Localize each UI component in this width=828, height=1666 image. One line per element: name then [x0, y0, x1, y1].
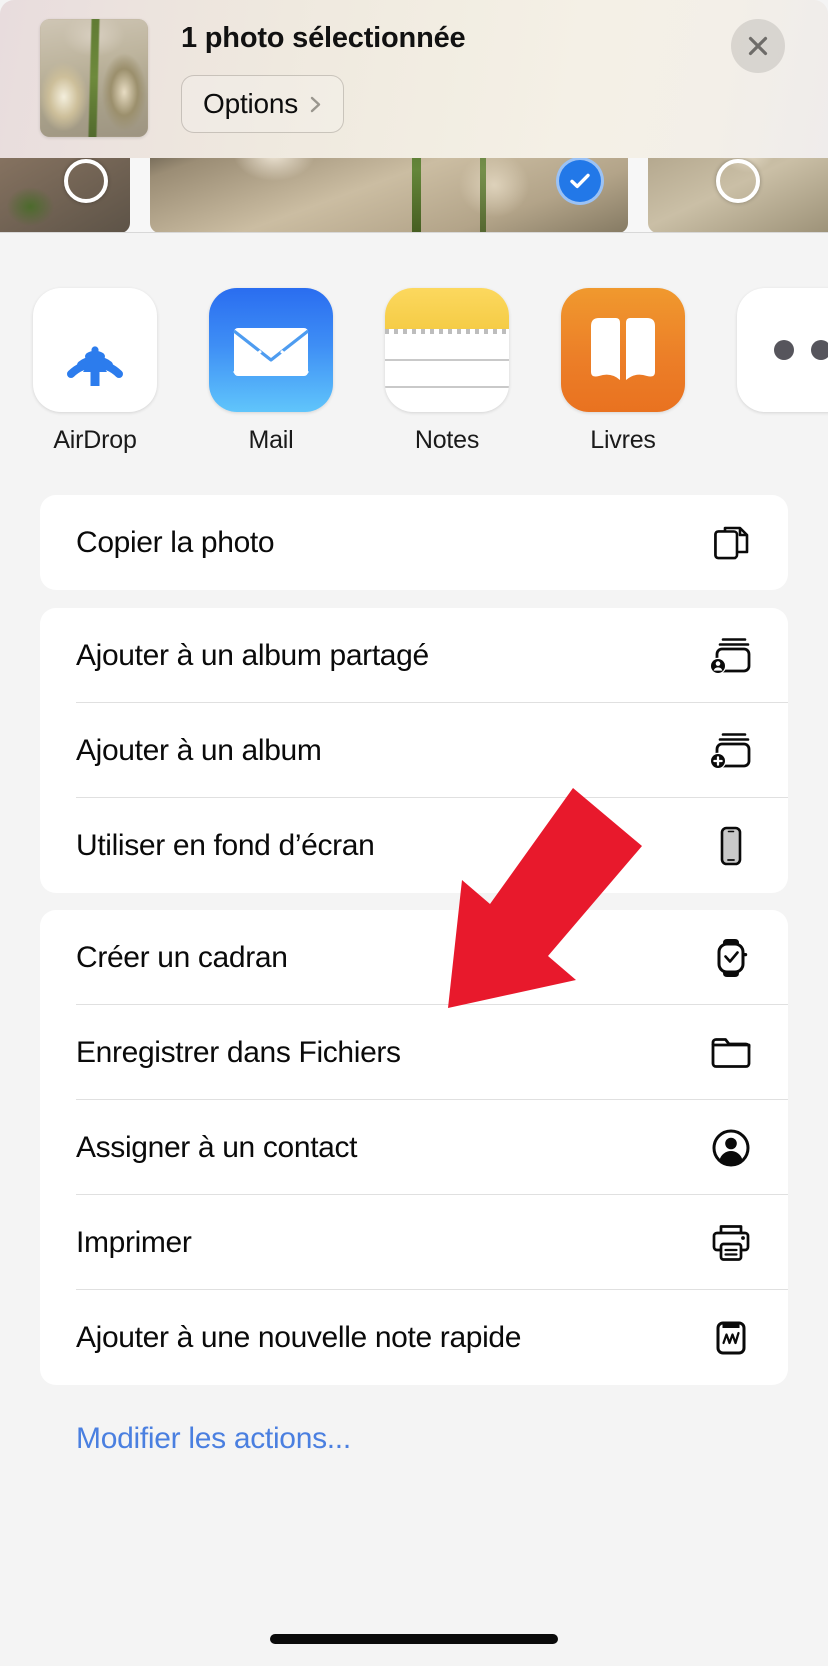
list-item-label: Copier la photo	[76, 525, 275, 559]
notes-rule	[385, 358, 509, 361]
share-sheet-screen: 1 photo sélectionnée Options AirDrop Mai…	[0, 0, 828, 1666]
list-item-label: Imprimer	[76, 1225, 192, 1259]
shared-album-icon	[707, 632, 755, 680]
action-section-3: Créer un cadran Enregistrer dans Fichier…	[40, 910, 788, 1385]
printer-icon	[707, 1219, 755, 1267]
watch-face-icon	[707, 934, 755, 982]
chevron-right-icon	[307, 96, 324, 113]
list-item-label: Assigner à un contact	[76, 1130, 358, 1164]
photo-thumbnail[interactable]	[40, 19, 148, 137]
list-item-add-shared-album[interactable]: Ajouter à un album partagé	[40, 608, 788, 703]
wallpaper-iphone-icon	[707, 822, 755, 870]
copy-icon	[707, 519, 755, 567]
more-apps-icon	[737, 288, 828, 412]
notes-perforation	[385, 328, 509, 334]
list-item-use-as-wallpaper[interactable]: Utiliser en fond d’écran	[40, 798, 788, 893]
photo-strip[interactable]	[0, 113, 828, 233]
list-item-save-to-files[interactable]: Enregistrer dans Fichiers	[40, 1005, 788, 1100]
share-target-more[interactable]	[737, 288, 828, 426]
contact-icon	[707, 1124, 755, 1172]
list-item-label: Ajouter à une nouvelle note rapide	[76, 1320, 522, 1354]
list-item-add-quick-note[interactable]: Ajouter à une nouvelle note rapide	[40, 1290, 788, 1385]
share-target-airdrop[interactable]: AirDrop	[33, 288, 157, 455]
share-target-mail[interactable]: Mail	[209, 288, 333, 455]
list-item-label: Ajouter à un album	[76, 733, 322, 767]
share-target-notes[interactable]: Notes	[385, 288, 509, 455]
list-item-label: Enregistrer dans Fichiers	[76, 1035, 401, 1069]
edit-actions-link[interactable]: Modifier les actions...	[76, 1422, 351, 1456]
options-button-label: Options	[203, 88, 299, 119]
action-section-1: Copier la photo	[40, 495, 788, 590]
share-targets-row[interactable]: AirDrop Mail Notes Livres	[0, 233, 828, 481]
selection-ring-icon[interactable]	[716, 159, 760, 203]
notes-rule	[385, 385, 509, 388]
share-target-label: Livres	[590, 426, 656, 454]
share-target-label: Notes	[414, 426, 480, 454]
list-item-print[interactable]: Imprimer	[40, 1195, 788, 1290]
list-item-assign-to-contact[interactable]: Assigner à un contact	[40, 1100, 788, 1195]
strip-divider	[0, 232, 828, 233]
notes-header-band	[385, 288, 509, 329]
add-to-album-icon	[707, 727, 755, 775]
list-item-add-album[interactable]: Ajouter à un album	[40, 703, 788, 798]
share-target-books[interactable]: Livres	[561, 288, 685, 455]
home-indicator	[270, 1634, 558, 1644]
list-item-label: Ajouter à un album partagé	[76, 638, 429, 672]
selection-ring-icon[interactable]	[64, 159, 108, 203]
close-icon	[748, 36, 768, 56]
options-button[interactable]: Options	[181, 75, 345, 133]
books-icon	[561, 288, 685, 412]
close-button[interactable]	[731, 19, 785, 73]
share-target-label: AirDrop	[53, 426, 137, 454]
list-item-create-watch-face[interactable]: Créer un cadran	[40, 910, 788, 1005]
mail-icon	[209, 288, 333, 412]
quick-note-icon	[707, 1314, 755, 1362]
action-section-2: Ajouter à un album partagé Ajouter à un	[40, 608, 788, 893]
checkmark-circle-icon[interactable]	[556, 157, 604, 205]
list-item-label: Créer un cadran	[76, 940, 288, 974]
notes-icon	[385, 288, 509, 412]
airdrop-icon	[33, 288, 157, 412]
share-sheet-header: 1 photo sélectionnée Options	[0, 0, 828, 158]
page-title: 1 photo sélectionnée	[181, 22, 466, 54]
list-item-copy-photo[interactable]: Copier la photo	[40, 495, 788, 590]
share-target-label: Mail	[248, 426, 294, 454]
list-item-label: Utiliser en fond d’écran	[76, 828, 375, 862]
folder-icon	[707, 1029, 755, 1077]
